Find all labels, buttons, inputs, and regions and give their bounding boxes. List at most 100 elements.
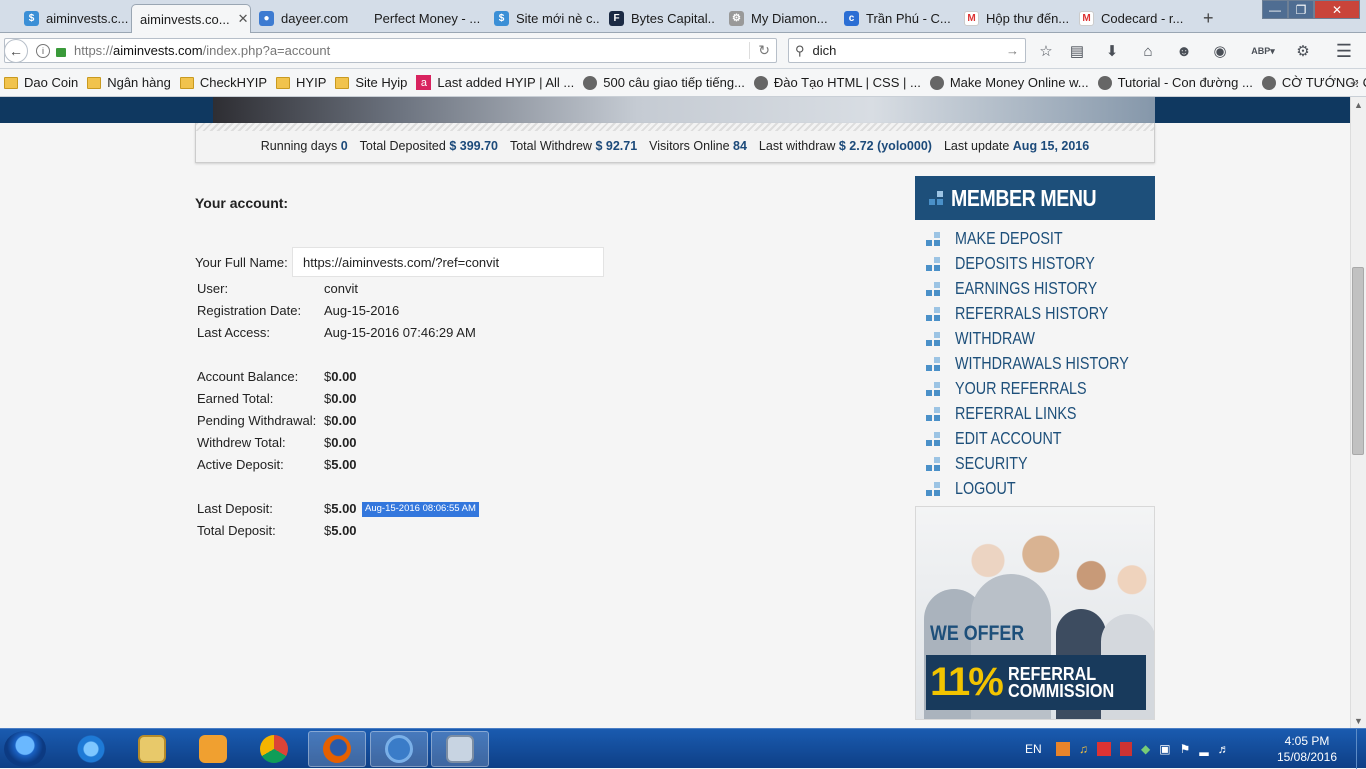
show-desktop-button[interactable]: [1356, 729, 1366, 769]
tray-shield-icon[interactable]: [1120, 742, 1132, 756]
taskbar-media[interactable]: [184, 731, 242, 767]
bookmark-item[interactable]: HYIP: [276, 75, 326, 90]
browser-tab[interactable]: M Hộp thư đến...: [956, 4, 1070, 33]
tab-label: aiminvests.co...: [140, 11, 230, 27]
member-menu-item-referral-links[interactable]: REFERRAL LINKS: [926, 403, 1103, 424]
member-menu-item-edit-account[interactable]: EDIT ACCOUNT: [926, 428, 1085, 449]
member-menu-item-deposits-history[interactable]: DEPOSITS HISTORY: [926, 253, 1126, 274]
bookmark-label: Dao Coin: [24, 75, 79, 90]
tray-flag-icon[interactable]: ⚑: [1180, 742, 1191, 756]
close-tab-icon[interactable]: ✕: [230, 11, 249, 27]
registration-date-value: Aug-15-2016: [324, 303, 400, 318]
bookmarks-overflow-icon[interactable]: »: [1352, 75, 1359, 89]
browser-tab[interactable]: $ Site mới nè c...: [486, 4, 600, 33]
bookmark-item[interactable]: Đào Tạo HTML | CSS | ...: [753, 75, 921, 90]
browser-tab[interactable]: c Trần Phú - C...: [836, 4, 950, 33]
folder-icon: [335, 76, 350, 89]
globe-icon: [753, 75, 768, 90]
browser-tab[interactable]: M Codecard - r...: [1071, 4, 1185, 33]
menu-icon[interactable]: ☰: [1335, 41, 1353, 61]
stat-label: Visitors Online: [649, 138, 730, 153]
system-tray: ♫ ◆ ▣ ⚑ ▂ ♬: [1056, 729, 1230, 769]
scroll-down-icon[interactable]: ▼: [1354, 716, 1363, 726]
browser-tab[interactable]: $ aiminvests.c...: [16, 4, 130, 33]
bookmark-item[interactable]: a Last added HYIP | All ...: [416, 75, 574, 90]
url-bar[interactable]: ← i https://aiminvests.com/index.php?a=a…: [4, 38, 777, 63]
download-icon[interactable]: ⬇: [1103, 42, 1121, 60]
bookmark-label: HYIP: [296, 75, 327, 90]
browser-tab[interactable]: aiminvests.co... ✕: [131, 4, 251, 33]
language-indicator[interactable]: EN: [1025, 729, 1042, 769]
browser-tab[interactable]: F Bytes Capital...: [601, 4, 715, 33]
we-offer-text: WE OFFER: [930, 622, 1025, 645]
bookmark-star-icon[interactable]: ☆: [1037, 42, 1055, 60]
menu-bullet-icon: [926, 281, 940, 296]
search-go-icon[interactable]: →: [1006, 43, 1019, 58]
member-menu-item-earnings-history[interactable]: EARNINGS HISTORY: [926, 278, 1128, 299]
tab-label: Trần Phú - C...: [866, 11, 950, 26]
member-menu-label: MAKE DEPOSIT: [955, 228, 1063, 248]
bookmark-item[interactable]: 500 câu giao tiếp tiếng...: [583, 75, 745, 90]
media-player-icon: [199, 735, 227, 763]
bookmark-item[interactable]: CheckHYIP: [179, 75, 267, 90]
back-icon[interactable]: ←: [4, 38, 28, 63]
reload-icon[interactable]: ↻: [749, 42, 770, 59]
reading-list-icon[interactable]: ▤: [1068, 42, 1086, 60]
bookmark-item[interactable]: Site Hyip: [335, 75, 407, 90]
member-menu-item-referrals-history[interactable]: REFERRALS HISTORY: [926, 303, 1142, 324]
taskbar-calculator[interactable]: [431, 731, 489, 767]
member-menu-label: SECURITY: [955, 453, 1028, 473]
home-icon[interactable]: ⌂: [1139, 42, 1157, 60]
start-button[interactable]: [4, 731, 46, 767]
amount: 0.00: [331, 413, 357, 428]
extension-icon[interactable]: ⚙: [1294, 42, 1312, 60]
tray-audio-icon[interactable]: ♫: [1079, 742, 1088, 756]
browser-tab[interactable]: ⚙ My Diamon...: [721, 4, 835, 33]
member-menu-item-withdrawals-history[interactable]: WITHDRAWALS HISTORY: [926, 353, 1167, 374]
amount: 0.00: [331, 369, 357, 384]
member-menu-item-make-deposit[interactable]: MAKE DEPOSIT: [926, 228, 1086, 249]
search-bar[interactable]: ⚲ dich →: [788, 38, 1026, 63]
bookmark-item[interactable]: Ngân hàng: [87, 75, 171, 90]
member-menu-item-your-referrals[interactable]: YOUR REFERRALS: [926, 378, 1115, 399]
bookmark-item[interactable]: CỜ TƯỚNG: CHUYÊN ...: [1261, 75, 1366, 90]
scroll-up-icon[interactable]: ▲: [1354, 100, 1363, 110]
bookmark-item[interactable]: Make Money Online w...: [929, 75, 1089, 90]
folder-icon: [87, 76, 102, 89]
pocket-icon[interactable]: ◉: [1211, 42, 1229, 60]
tray-volume-icon[interactable]: ♬: [1218, 742, 1230, 756]
adblock-icon[interactable]: ABP▾: [1248, 42, 1278, 60]
tray-signal-icon[interactable]: ▂: [1199, 742, 1208, 756]
clock[interactable]: 4:05 PM 15/08/2016: [1262, 733, 1352, 765]
new-tab-button[interactable]: +: [1195, 4, 1215, 33]
minimize-button[interactable]: —: [1262, 0, 1288, 19]
account-balance-value: $0.00: [324, 369, 357, 384]
member-menu-item-withdraw[interactable]: WITHDRAW: [926, 328, 1053, 349]
taskbar-firefox[interactable]: [308, 731, 366, 767]
taskbar-explorer[interactable]: [123, 731, 181, 767]
close-window-button[interactable]: ✕: [1314, 0, 1360, 19]
scrollbar-thumb[interactable]: [1352, 267, 1364, 455]
tray-monitor-icon[interactable]: ▣: [1159, 742, 1170, 756]
chat-icon[interactable]: ☻: [1175, 42, 1193, 60]
taskbar-chrome[interactable]: [245, 731, 303, 767]
member-menu-item-security[interactable]: SECURITY: [926, 453, 1043, 474]
browser-tab[interactable]: ● dayeer.com: [251, 4, 364, 33]
search-input[interactable]: dich: [813, 43, 837, 58]
bookmark-item[interactable]: Dao Coin: [4, 75, 78, 90]
member-menu-item-logout[interactable]: LOGOUT: [926, 478, 1029, 499]
referral-banner[interactable]: WE OFFER 11% REFERRAL COMMISSION: [915, 506, 1155, 720]
taskbar-app[interactable]: [370, 731, 428, 767]
url-text[interactable]: https://aiminvests.com/index.php?a=accou…: [74, 43, 330, 58]
stats-stripe: [196, 123, 1154, 131]
bookmark-item[interactable]: Tutorial - Con đường ...: [1097, 75, 1253, 90]
taskbar-ie[interactable]: [62, 731, 120, 767]
full-name-field[interactable]: https://aiminvests.com/?ref=convit: [292, 247, 604, 277]
tray-app-icon[interactable]: [1056, 742, 1070, 756]
browser-tab[interactable]: Perfect Money - ...: [366, 4, 480, 33]
maximize-button[interactable]: ❐: [1288, 0, 1314, 19]
menu-bullet-icon: [926, 306, 940, 321]
tray-network-icon[interactable]: ◆: [1141, 742, 1150, 756]
info-icon[interactable]: i: [36, 43, 50, 58]
tray-v-icon[interactable]: [1097, 742, 1111, 756]
